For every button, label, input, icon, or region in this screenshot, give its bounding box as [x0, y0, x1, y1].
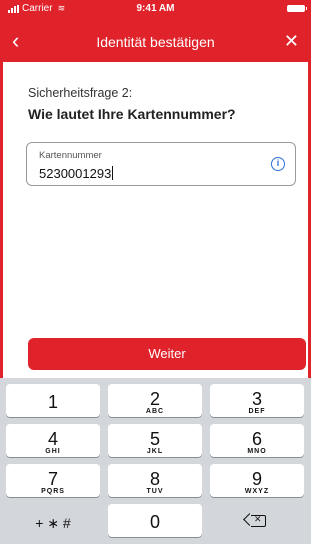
- text-cursor: [112, 166, 114, 180]
- key-4-letters: GHI: [45, 448, 61, 455]
- key-8[interactable]: 8 TUV: [108, 464, 202, 497]
- key-2-letters: ABC: [145, 408, 165, 415]
- close-button[interactable]: ✕: [284, 30, 299, 52]
- key-8-letters: TUV: [146, 488, 164, 495]
- key-2[interactable]: 2 ABC: [108, 384, 202, 417]
- backspace-icon: ✕: [251, 514, 266, 527]
- card-number-label: Kartennummer: [39, 150, 102, 161]
- weiter-button[interactable]: Weiter: [28, 338, 306, 370]
- key-7-digit: 7: [47, 469, 58, 489]
- header-bar: Carrier ≋ 9:41 AM ‹ Identität bestätigen…: [0, 0, 311, 62]
- question-label: Sicherheitsfrage 2:: [28, 86, 133, 100]
- key-3-letters: DEF: [248, 408, 266, 415]
- close-icon: ✕: [283, 31, 299, 51]
- numeric-keypad: 1 2 ABC 3 DEF 4 GHI 5 JKL 6 MNO 7 PQRS 8…: [0, 378, 311, 544]
- card-number-input[interactable]: 5230001293: [39, 166, 114, 181]
- status-bar: Carrier ≋ 9:41 AM: [0, 0, 311, 18]
- key-3-digit: 3: [251, 389, 262, 409]
- key-6-digit: 6: [251, 429, 262, 449]
- key-6[interactable]: 6 MNO: [210, 424, 304, 457]
- key-5-digit: 5: [149, 429, 160, 449]
- status-time: 9:41 AM: [136, 3, 175, 14]
- key-symbols[interactable]: + ∗ #: [6, 504, 100, 537]
- key-6-letters: MNO: [247, 448, 267, 455]
- key-1[interactable]: 1: [6, 384, 100, 417]
- question-section: Sicherheitsfrage 2: Wie lautet Ihre Kart…: [28, 86, 291, 122]
- key-0-digit: 0: [149, 512, 160, 532]
- battery-icon: [287, 5, 307, 12]
- key-2-digit: 2: [149, 389, 160, 409]
- key-8-digit: 8: [149, 469, 160, 489]
- key-7[interactable]: 7 PQRS: [6, 464, 100, 497]
- key-7-letters: PQRS: [41, 488, 65, 495]
- page-title: Identität bestätigen: [96, 34, 215, 50]
- info-icon[interactable]: i: [271, 157, 285, 171]
- card-number-value: 5230001293: [39, 166, 112, 181]
- key-3[interactable]: 3 DEF: [210, 384, 304, 417]
- key-9[interactable]: 9 WXYZ: [210, 464, 304, 497]
- key-9-letters: WXYZ: [244, 488, 270, 495]
- nav-bar: ‹ Identität bestätigen ✕: [0, 26, 311, 58]
- question-text: Wie lautet Ihre Kartennummer?: [28, 106, 236, 122]
- key-backspace[interactable]: ✕: [210, 504, 304, 537]
- key-0[interactable]: 0: [108, 504, 202, 537]
- key-5-letters: JKL: [146, 448, 164, 455]
- card-number-field[interactable]: Kartennummer 5230001293 i: [26, 142, 296, 186]
- key-9-digit: 9: [251, 469, 262, 489]
- key-4-digit: 4: [47, 429, 58, 449]
- key-1-digit: 1: [47, 392, 58, 412]
- key-symbols-label: + ∗ #: [35, 515, 71, 531]
- key-4[interactable]: 4 GHI: [6, 424, 100, 457]
- key-5[interactable]: 5 JKL: [108, 424, 202, 457]
